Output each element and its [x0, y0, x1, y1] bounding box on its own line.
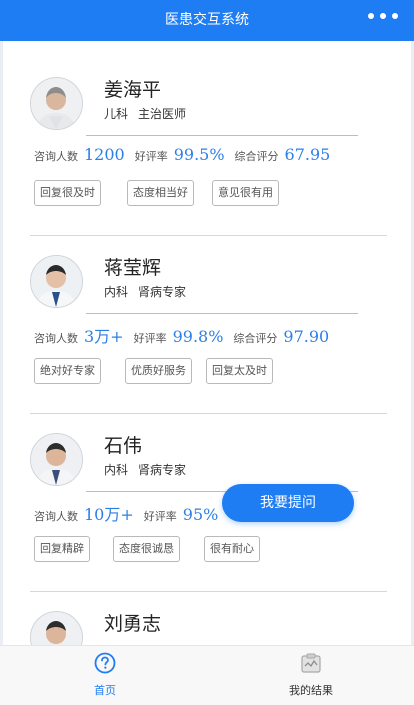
card-separator: [30, 591, 387, 592]
tab-home[interactable]: 首页: [65, 652, 145, 698]
doctor-avatar: [30, 611, 83, 645]
review-tag: 态度相当好: [127, 180, 194, 206]
card-separator: [30, 413, 387, 414]
doctor-name: 石伟: [104, 435, 143, 457]
review-tag: 回复太及时: [206, 358, 273, 384]
review-tag: 回复很及时: [34, 180, 101, 206]
doctor-department: 内科 肾病专家: [104, 285, 187, 299]
tab-my-results-label: 我的结果: [289, 684, 333, 697]
review-tag: 回复精辟: [34, 536, 90, 562]
doctor-name: 蒋莹辉: [104, 257, 162, 279]
doctor-department: 内科 肾病专家: [104, 463, 187, 477]
review-tag: 优质好服务: [125, 358, 192, 384]
doctor-tags: 回复精辟 态度很诚恳 很有耐心: [34, 536, 260, 562]
card-separator: [30, 235, 387, 236]
review-tag: 很有耐心: [204, 536, 260, 562]
app-header: 医患交互系统: [0, 0, 414, 41]
doctor-name: 刘勇志: [104, 613, 162, 635]
tab-home-label: 首页: [94, 684, 116, 697]
doctor-name: 姜海平: [104, 79, 162, 101]
doctor-avatar: [30, 77, 83, 130]
question-circle-icon: [94, 652, 116, 674]
ask-question-button[interactable]: 我要提问: [222, 484, 354, 522]
app-title: 医患交互系统: [165, 12, 249, 28]
doctor-stats: 咨询人数 1200 好评率 99.5% 综合评分 67.95: [34, 145, 331, 164]
report-chart-icon: [301, 653, 321, 673]
card-divider: [86, 313, 358, 314]
doctor-avatar: [30, 255, 83, 308]
doctor-avatar: [30, 433, 83, 486]
doctor-tags: 绝对好专家 优质好服务 回复太及时: [34, 358, 273, 384]
review-tag: 绝对好专家: [34, 358, 101, 384]
review-tag: 态度很诚恳: [113, 536, 180, 562]
doctor-stats: 咨询人数 3万+ 好评率 99.8% 综合评分 97.90: [34, 327, 330, 346]
tab-my-results[interactable]: 我的结果: [271, 652, 351, 698]
card-divider: [86, 135, 358, 136]
doctor-department: 儿科 主治医师: [104, 107, 187, 121]
more-dots-icon[interactable]: [368, 13, 398, 19]
doctor-list[interactable]: 姜海平 儿科 主治医师 咨询人数 1200 好评率 99.5% 综合评分 67.95 回…: [0, 41, 414, 645]
review-tag: 意见很有用: [212, 180, 279, 206]
doctor-stats: 咨询人数 10万+ 好评率 95%: [34, 505, 219, 524]
doctor-tags: 回复很及时 态度相当好 意见很有用: [34, 180, 279, 206]
bottom-tab-bar: 首页 我的结果: [0, 645, 414, 705]
